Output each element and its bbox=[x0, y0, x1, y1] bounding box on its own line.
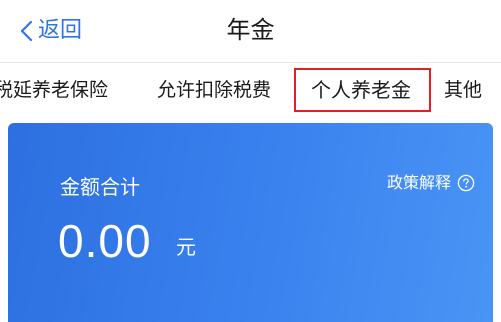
amount-total-value: 0.00 bbox=[58, 215, 152, 267]
policy-explanation-link[interactable]: 政策解释 bbox=[387, 171, 475, 195]
nav-header: 返回 年金 bbox=[0, 0, 501, 62]
amount-summary-card: 金额合计 政策解释 0.00 元 bbox=[8, 123, 493, 322]
tab-allowed-tax-deductions[interactable]: 允许扣除税费 bbox=[157, 75, 271, 105]
tab-tax-deferred-pension-insurance[interactable]: 税延养老保险 bbox=[0, 75, 108, 105]
tab-bar: 税延养老保险 允许扣除税费 个人养老金 其他 bbox=[0, 63, 501, 119]
amount-unit: 元 bbox=[176, 235, 196, 259]
policy-explanation-label: 政策解释 bbox=[386, 173, 451, 192]
page-title: 年金 bbox=[226, 16, 275, 44]
tab-other[interactable]: 其他 bbox=[444, 75, 482, 105]
amount-total-label: 金额合计 bbox=[60, 175, 140, 199]
question-circle-icon bbox=[457, 174, 475, 192]
tab-personal-pension[interactable]: 个人养老金 bbox=[311, 75, 411, 105]
